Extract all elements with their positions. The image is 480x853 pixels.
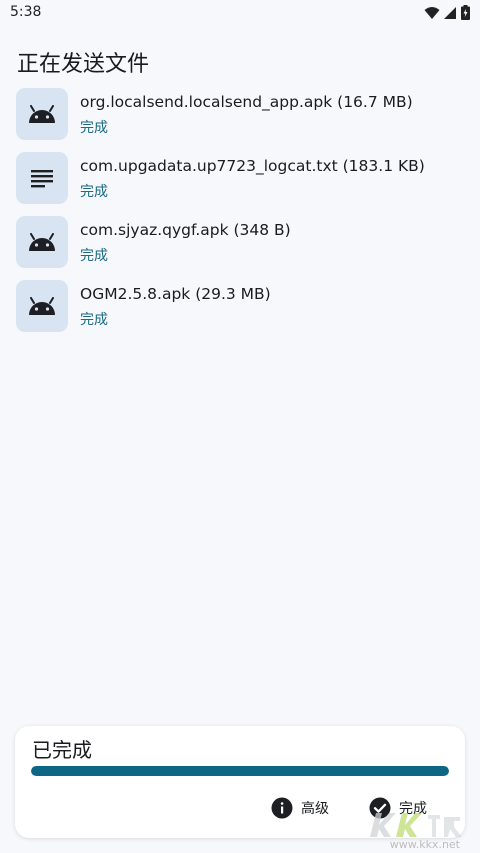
advanced-button-label: 高级 [301,801,329,817]
wifi-icon [424,6,440,19]
file-list: org.localsend.localsend_app.apk (16.7 MB… [16,88,466,344]
file-icon-container [16,88,68,140]
watermark-text: www.kkx.net [389,838,460,851]
file-name: org.localsend.localsend_app.apk (16.7 MB… [80,93,413,111]
file-status: 完成 [80,120,108,136]
status-bar: 5:38 [0,0,480,28]
file-icon-container [16,280,68,332]
file-icon-container [16,152,68,204]
file-name: com.sjyaz.qygf.apk (348 B) [80,221,291,239]
file-status: 完成 [80,184,108,200]
file-status: 完成 [80,312,108,328]
page-title: 正在发送文件 [17,52,150,77]
status-icons [424,5,470,20]
progress-fill [31,766,449,776]
transfer-status: 已完成 [32,738,92,762]
android-icon [29,233,55,251]
status-time: 5:38 [10,4,42,20]
file-icon-container [16,216,68,268]
file-row: com.sjyaz.qygf.apk (348 B) 完成 [16,216,466,268]
android-icon [29,297,55,315]
advanced-button[interactable]: 高级 [271,796,329,820]
signal-icon [444,6,456,19]
watermark-kk-icon [370,813,462,837]
file-name: com.upgadata.up7723_logcat.txt (183.1 KB… [80,157,425,175]
android-icon [29,105,55,123]
file-name: OGM2.5.8.apk (29.3 MB) [80,285,271,303]
text-file-icon [31,170,53,188]
file-status: 完成 [80,248,108,264]
info-icon [271,797,293,819]
file-row: org.localsend.localsend_app.apk (16.7 MB… [16,88,466,140]
file-row: com.upgadata.up7723_logcat.txt (183.1 KB… [16,152,466,204]
watermark-logo: www.kkx.net [362,803,472,853]
file-row: OGM2.5.8.apk (29.3 MB) 完成 [16,280,466,332]
battery-icon [461,5,470,20]
progress-bar [31,766,449,776]
